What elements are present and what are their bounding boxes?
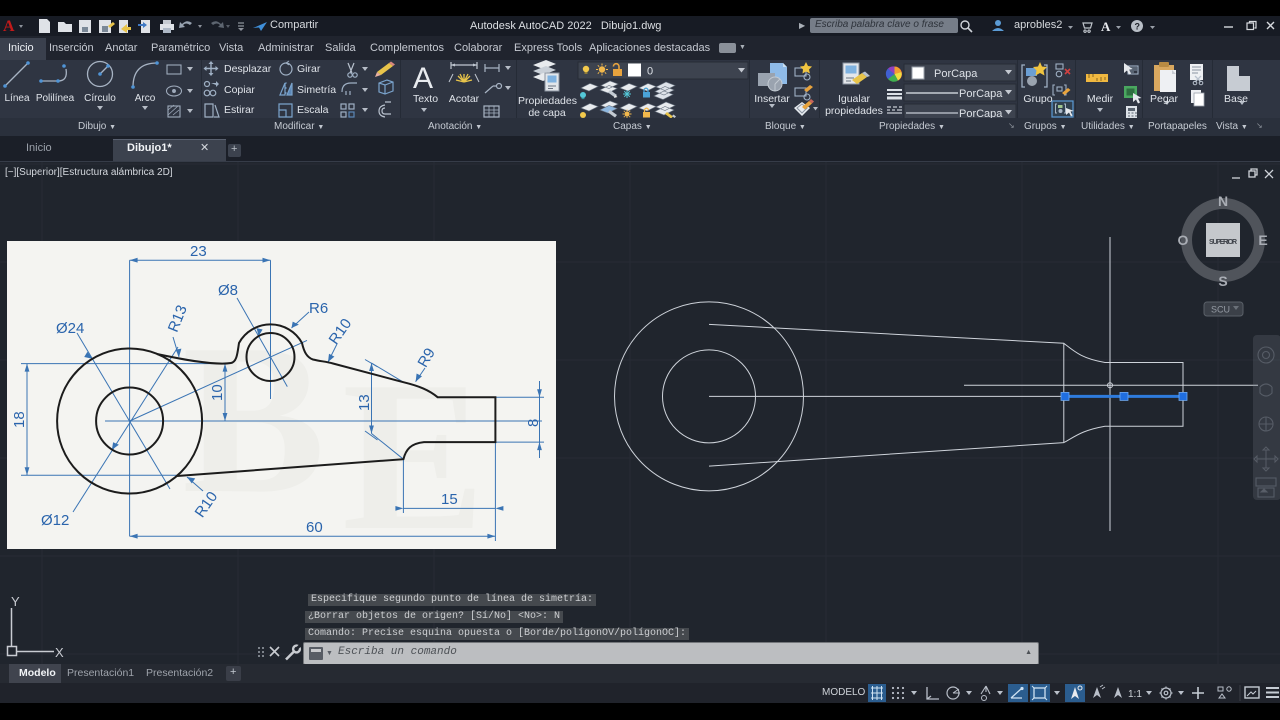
svg-text:8: 8 bbox=[525, 419, 542, 427]
svg-text:10: 10 bbox=[209, 384, 226, 401]
svg-text:Y: Y bbox=[11, 594, 20, 609]
svg-text:23: 23 bbox=[190, 243, 207, 260]
svg-text:R6: R6 bbox=[309, 300, 328, 317]
svg-text:N: N bbox=[1218, 193, 1228, 209]
svg-text:18: 18 bbox=[11, 411, 28, 428]
svg-text:E: E bbox=[1258, 232, 1267, 248]
svg-text:SCU: SCU bbox=[1211, 305, 1230, 315]
svg-text:A: A bbox=[1101, 19, 1111, 34]
svg-text:Ø8: Ø8 bbox=[218, 282, 238, 299]
svg-text:PorCapa: PorCapa bbox=[934, 68, 978, 80]
svg-text:60: 60 bbox=[306, 519, 323, 536]
svg-text:0: 0 bbox=[647, 66, 653, 78]
svg-text:?: ? bbox=[1135, 22, 1141, 32]
svg-text:Ø24: Ø24 bbox=[56, 320, 84, 337]
svg-text:SUPERIOR: SUPERIOR bbox=[1209, 239, 1237, 246]
svg-text:A: A bbox=[3, 18, 15, 35]
svg-text:13: 13 bbox=[356, 394, 373, 411]
svg-text:X: X bbox=[55, 645, 64, 660]
svg-text:15: 15 bbox=[441, 491, 458, 508]
svg-text:Ø12: Ø12 bbox=[41, 512, 69, 529]
svg-text:1:1: 1:1 bbox=[1128, 689, 1142, 700]
svg-text:PorCapa: PorCapa bbox=[959, 108, 1003, 118]
svg-text:A: A bbox=[413, 62, 433, 95]
svg-text:S: S bbox=[1218, 273, 1227, 289]
svg-text:O: O bbox=[1178, 232, 1189, 248]
svg-text:PorCapa: PorCapa bbox=[959, 88, 1003, 100]
